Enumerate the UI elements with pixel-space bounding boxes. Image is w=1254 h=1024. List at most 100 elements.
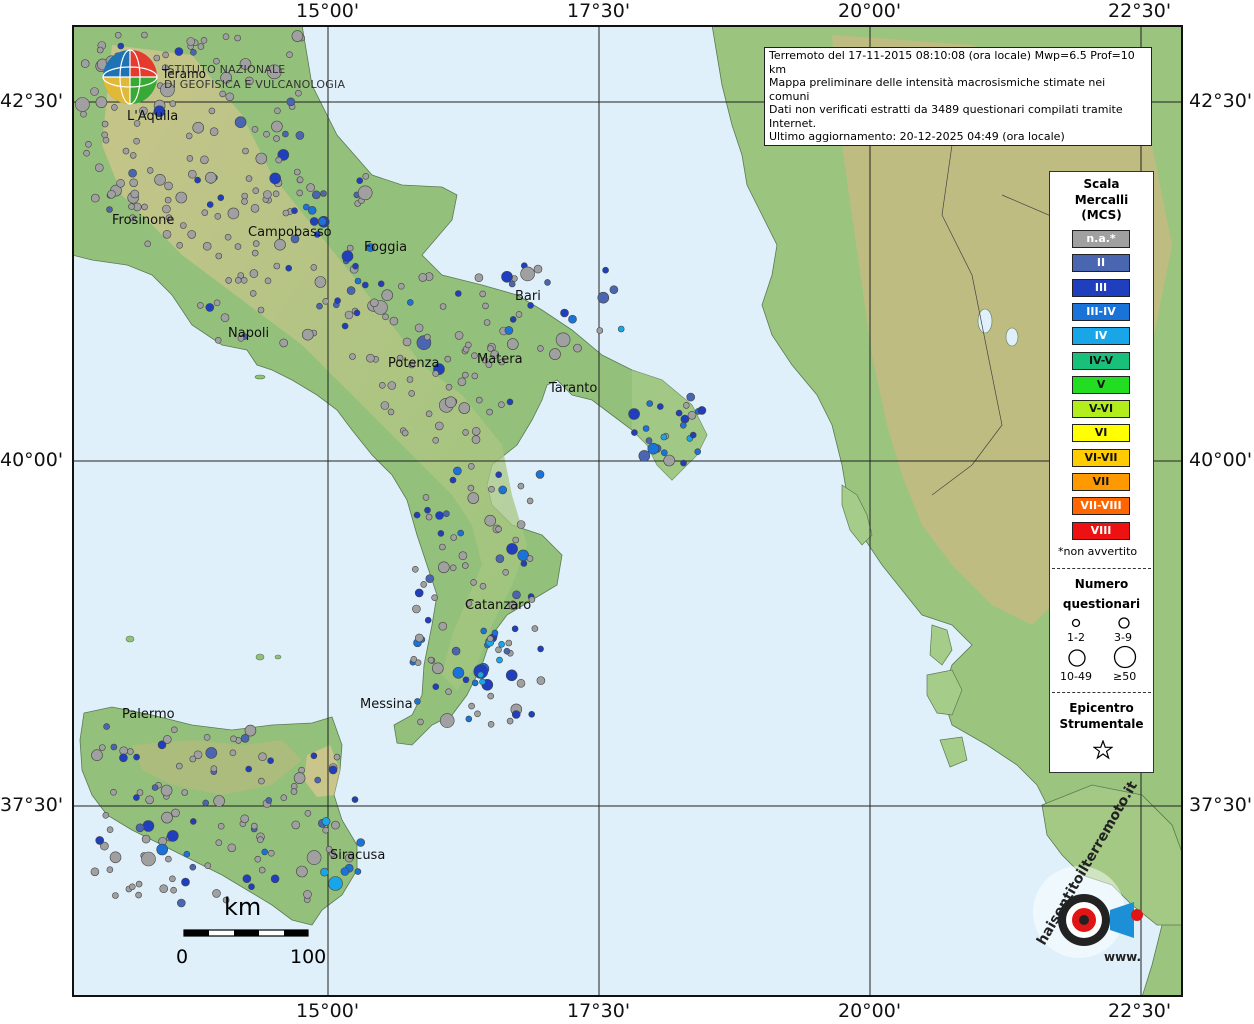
questionnaire-marker[interactable] [271,120,283,133]
questionnaire-marker[interactable] [170,886,177,894]
questionnaire-marker[interactable] [597,291,610,304]
questionnaire-marker[interactable] [165,855,172,863]
questionnaire-marker[interactable] [420,581,428,588]
questionnaire-marker[interactable] [146,167,154,174]
questionnaire-marker[interactable] [192,121,204,134]
questionnaire-marker[interactable] [353,309,361,317]
questionnaire-marker[interactable] [106,826,114,834]
questionnaire-marker[interactable] [190,48,197,56]
questionnaire-marker[interactable] [434,421,444,431]
questionnaire-marker[interactable] [506,338,519,350]
questionnaire-marker[interactable] [349,353,356,360]
questionnaire-marker[interactable] [346,244,354,252]
questionnaire-marker[interactable] [90,193,100,203]
questionnaire-marker[interactable] [202,799,209,807]
questionnaire-marker[interactable] [310,752,318,760]
questionnaire-marker[interactable] [483,319,491,326]
questionnaire-marker[interactable] [505,669,518,682]
questionnaire-marker[interactable] [128,883,136,891]
questionnaire-marker[interactable] [234,116,247,128]
questionnaire-marker[interactable] [291,207,298,214]
questionnaire-marker[interactable] [122,147,130,155]
questionnaire-marker[interactable] [645,437,653,444]
questionnaire-marker[interactable] [568,314,577,324]
questionnaire-marker[interactable] [352,262,359,270]
questionnaire-marker[interactable] [470,579,477,586]
questionnaire-marker[interactable] [293,772,306,784]
questionnaire-marker[interactable] [214,336,222,344]
questionnaire-marker[interactable] [296,176,304,183]
questionnaire-marker[interactable] [307,206,317,215]
questionnaire-marker[interactable] [285,264,292,272]
questionnaire-marker[interactable] [112,892,119,899]
questionnaire-marker[interactable] [418,273,428,282]
questionnaire-marker[interactable] [526,555,534,562]
questionnaire-marker[interactable] [437,530,445,537]
questionnaire-marker[interactable] [110,788,117,796]
questionnaire-marker[interactable] [675,409,683,417]
questionnaire-marker[interactable] [282,209,290,217]
questionnaire-marker[interactable] [280,794,288,802]
questionnaire-marker[interactable] [186,37,196,46]
questionnaire-marker[interactable] [129,152,137,159]
questionnaire-marker[interactable] [185,132,193,140]
questionnaire-marker[interactable] [251,249,259,257]
questionnaire-marker[interactable] [438,621,448,631]
questionnaire-marker[interactable] [101,131,109,139]
questionnaire-marker[interactable] [457,377,467,387]
questionnaire-marker[interactable] [304,809,312,817]
questionnaire-marker[interactable] [488,485,495,493]
questionnaire-marker[interactable] [214,213,222,220]
questionnaire-marker[interactable] [475,396,483,404]
questionnaire-marker[interactable] [189,755,197,763]
questionnaire-marker[interactable] [511,710,521,719]
questionnaire-marker[interactable] [508,280,516,288]
questionnaire-marker[interactable] [183,850,191,858]
questionnaire-marker[interactable] [161,811,173,824]
questionnaire-marker[interactable] [387,381,397,390]
questionnaire-marker[interactable] [229,749,237,757]
questionnaire-marker[interactable] [205,303,215,312]
questionnaire-marker[interactable] [135,880,143,888]
questionnaire-marker[interactable] [200,155,209,165]
questionnaire-marker[interactable] [506,398,514,406]
questionnaire-marker[interactable] [389,316,399,326]
questionnaire-marker[interactable] [133,794,140,801]
questionnaire-marker[interactable] [435,511,444,520]
questionnaire-marker[interactable] [240,814,249,824]
questionnaire-marker[interactable] [188,169,197,179]
questionnaire-marker[interactable] [159,884,168,894]
questionnaire-marker[interactable] [252,240,260,247]
questionnaire-marker[interactable] [290,788,298,795]
questionnaire-marker[interactable] [200,37,208,44]
questionnaire-marker[interactable] [220,313,230,323]
questionnaire-marker[interactable] [269,172,281,185]
questionnaire-marker[interactable] [171,726,178,734]
questionnaire-marker[interactable] [449,564,457,572]
questionnaire-marker[interactable] [296,189,303,197]
questionnaire-marker[interactable] [506,543,518,555]
questionnaire-marker[interactable] [515,311,523,318]
questionnaire-marker[interactable] [242,147,249,155]
questionnaire-marker[interactable] [468,702,475,710]
questionnaire-marker[interactable] [90,87,99,96]
questionnaire-marker[interactable] [422,494,430,501]
questionnaire-marker[interactable] [425,410,433,418]
questionnaire-marker[interactable] [142,820,155,832]
questionnaire-marker[interactable] [549,348,561,360]
questionnaire-marker[interactable] [303,890,312,899]
questionnaire-marker[interactable] [687,410,697,420]
questionnaire-marker[interactable] [495,646,502,654]
questionnaire-marker[interactable] [471,435,481,444]
questionnaire-marker[interactable] [444,396,457,409]
questionnaire-marker[interactable] [680,414,690,424]
questionnaire-marker[interactable] [217,194,225,201]
questionnaire-marker[interactable] [169,875,176,883]
questionnaire-marker[interactable] [487,345,494,352]
questionnaire-marker[interactable] [320,190,327,197]
questionnaire-marker[interactable] [201,209,209,216]
questionnaire-marker[interactable] [75,97,90,112]
questionnaire-marker[interactable] [114,31,122,39]
questionnaire-marker[interactable] [268,849,275,857]
questionnaire-marker[interactable] [279,338,288,348]
